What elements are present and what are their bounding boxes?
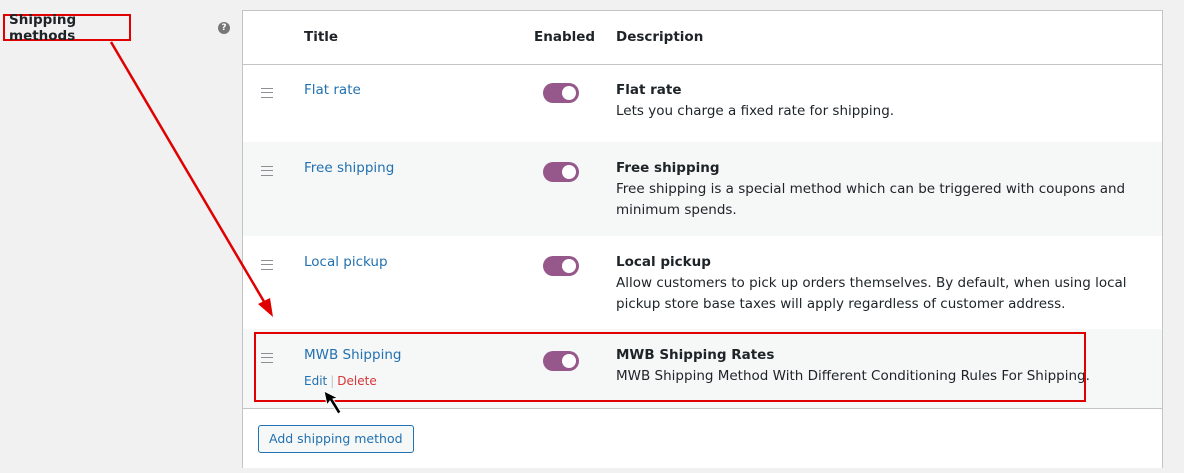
table-row: Free shipping Free shipping Free shippin…	[243, 142, 1162, 236]
section-label-shipping-methods: Shipping methods	[3, 11, 131, 44]
help-icon[interactable]: ?	[218, 22, 230, 34]
description-title: Flat rate	[616, 82, 682, 98]
column-header-description: Description	[616, 29, 704, 45]
method-title-link[interactable]: Flat rate	[304, 82, 361, 98]
description-text: Allow customers to pick up orders themse…	[616, 275, 1127, 312]
method-description: Local pickup Allow customers to pick up …	[616, 252, 1146, 315]
annotation-highlight-box	[254, 332, 1086, 402]
table-footer: Add shipping method	[243, 408, 1162, 468]
table-row: Local pickup Local pickup Allow customer…	[243, 236, 1162, 329]
method-description: Flat rate Lets you charge a fixed rate f…	[616, 80, 1146, 122]
method-description: Free shipping Free shipping is a special…	[616, 158, 1146, 221]
description-title: Free shipping	[616, 160, 720, 176]
column-header-enabled: Enabled	[534, 29, 596, 45]
enabled-toggle[interactable]	[543, 83, 579, 103]
method-title-link[interactable]: Free shipping	[304, 160, 394, 176]
drag-handle-icon[interactable]	[261, 166, 273, 176]
description-text: Lets you charge a fixed rate for shippin…	[616, 103, 895, 119]
description-text: Free shipping is a special method which …	[616, 181, 1126, 218]
method-title-link[interactable]: Local pickup	[304, 254, 388, 270]
enabled-toggle[interactable]	[543, 256, 579, 276]
table-row: Flat rate Flat rate Lets you charge a fi…	[243, 65, 1162, 142]
add-shipping-method-button[interactable]: Add shipping method	[258, 425, 414, 453]
description-title: Local pickup	[616, 254, 711, 270]
column-header-title: Title	[304, 29, 339, 45]
enabled-toggle[interactable]	[543, 162, 579, 182]
drag-handle-icon[interactable]	[261, 88, 273, 98]
drag-handle-icon[interactable]	[261, 260, 273, 270]
table-header: Title Enabled Description	[243, 11, 1162, 65]
section-label-text: Shipping methods	[9, 11, 77, 44]
